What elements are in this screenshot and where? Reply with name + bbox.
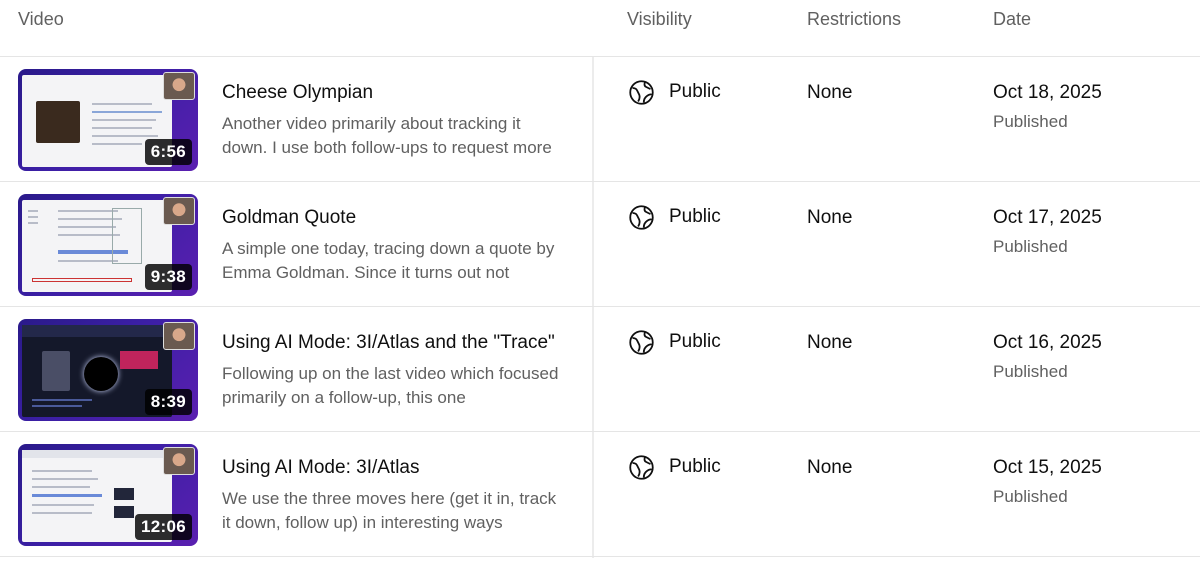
visibility-cell[interactable]: Public: [628, 203, 721, 231]
publish-date: Oct 18, 2025: [993, 82, 1102, 103]
video-thumbnail[interactable]: 12:06: [18, 444, 198, 546]
video-title[interactable]: Cheese Olympian: [222, 82, 567, 104]
video-thumbnail[interactable]: 8:39: [18, 319, 198, 421]
column-header-restrictions[interactable]: Restrictions: [807, 9, 901, 30]
webcam-overlay: [163, 72, 195, 100]
publish-date: Oct 16, 2025: [993, 332, 1102, 353]
visibility-label: Public: [669, 331, 721, 352]
video-description: We use the three moves here (get it in, …: [222, 489, 557, 532]
publish-status: Published: [993, 112, 1068, 131]
globe-icon: [629, 204, 654, 230]
webcam-overlay: [163, 197, 195, 225]
globe-icon: [629, 79, 654, 105]
video-description: Following up on the last video which foc…: [222, 364, 559, 407]
video-title[interactable]: Goldman Quote: [222, 207, 567, 229]
publish-date: Oct 15, 2025: [993, 457, 1102, 478]
publish-status: Published: [993, 487, 1068, 506]
publish-date: Oct 17, 2025: [993, 207, 1102, 228]
column-header-date[interactable]: Date: [993, 9, 1031, 30]
video-thumbnail[interactable]: 9:38: [18, 194, 198, 296]
table-row[interactable]: 6:56 Cheese Olympian Another video prima…: [0, 57, 1200, 182]
video-description: A simple one today, tracing down a quote…: [222, 239, 555, 282]
column-header-visibility[interactable]: Visibility: [627, 9, 692, 30]
video-title[interactable]: Using AI Mode: 3I/Atlas: [222, 457, 567, 479]
video-duration: 12:06: [135, 514, 192, 540]
table-row[interactable]: 9:38 Goldman Quote A simple one today, t…: [0, 182, 1200, 307]
video-thumbnail[interactable]: 6:56: [18, 69, 198, 171]
visibility-label: Public: [669, 206, 721, 227]
webcam-overlay: [163, 322, 195, 350]
restrictions-value: None: [807, 207, 853, 228]
restrictions-value: None: [807, 332, 853, 353]
visibility-cell[interactable]: Public: [628, 78, 721, 106]
video-duration: 6:56: [144, 139, 192, 165]
visibility-label: Public: [669, 456, 721, 477]
restrictions-value: None: [807, 457, 853, 478]
publish-status: Published: [993, 237, 1068, 256]
webcam-overlay: [163, 447, 195, 475]
visibility-cell[interactable]: Public: [628, 328, 721, 356]
globe-icon: [629, 454, 654, 480]
restrictions-value: None: [807, 82, 853, 103]
table-row[interactable]: 12:06 Using AI Mode: 3I/Atlas We use the…: [0, 432, 1200, 557]
table-header: Video Visibility Restrictions Date: [0, 0, 1200, 57]
publish-status: Published: [993, 362, 1068, 381]
video-title[interactable]: Using AI Mode: 3I/Atlas and the "Trace": [222, 332, 567, 354]
visibility-cell[interactable]: Public: [628, 453, 721, 481]
video-duration: 8:39: [144, 389, 192, 415]
column-header-video[interactable]: Video: [18, 9, 64, 30]
video-duration: 9:38: [144, 264, 192, 290]
globe-icon: [629, 329, 654, 355]
table-row[interactable]: 8:39 Using AI Mode: 3I/Atlas and the "Tr…: [0, 307, 1200, 432]
visibility-label: Public: [669, 81, 721, 102]
video-description: Another video primarily about tracking i…: [222, 114, 552, 157]
